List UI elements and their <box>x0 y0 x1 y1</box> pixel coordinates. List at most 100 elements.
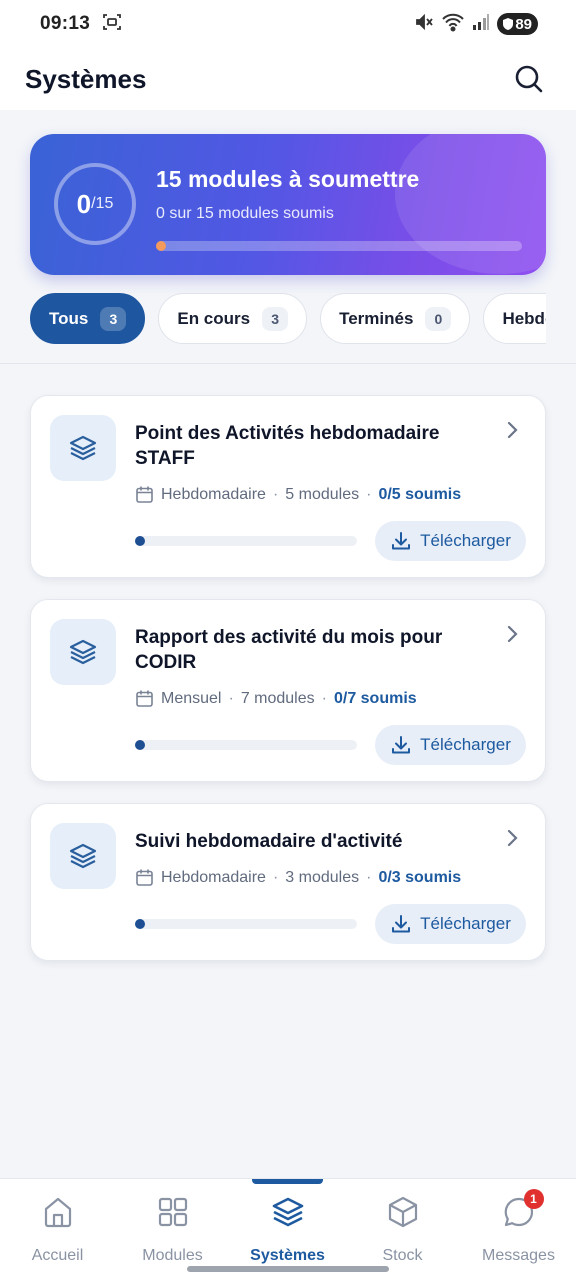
card-progress-bar <box>135 740 357 750</box>
calendar-icon <box>136 486 153 503</box>
status-bar: 09:13 89 <box>0 0 576 48</box>
nav-label: Stock <box>382 1247 423 1264</box>
filter-chips: Tous 3 En cours 3 Terminés 0 Hebdo <box>30 293 546 345</box>
card-meta: Hebdomadaire · 5 modules · 0/5 soumis <box>135 485 461 504</box>
search-icon <box>515 65 543 93</box>
status-time: 09:13 <box>40 13 91 34</box>
card-progress-fill <box>135 919 145 929</box>
chip-label: En cours <box>177 308 251 328</box>
nav-item-stock[interactable]: Stock <box>345 1179 460 1280</box>
layers-icon <box>272 1197 303 1227</box>
layers-icon-tile <box>50 823 116 889</box>
signal-icon <box>472 13 490 36</box>
meta-separator: · <box>366 868 372 886</box>
filter-chip-en-cours[interactable]: En cours 3 <box>158 293 308 344</box>
card-submitted: 0/5 soumis <box>378 485 462 503</box>
wifi-icon <box>441 12 465 37</box>
meta-separator: · <box>366 485 372 503</box>
box-icon <box>388 1196 417 1228</box>
divider <box>0 363 576 364</box>
download-button[interactable]: Télécharger <box>375 521 526 561</box>
filter-chip-hebdo[interactable]: Hebdo <box>483 293 546 344</box>
download-button[interactable]: Télécharger <box>375 725 526 765</box>
download-button[interactable]: Télécharger <box>375 904 526 944</box>
nav-label: Messages <box>482 1247 555 1264</box>
home-indicator[interactable] <box>187 1266 389 1272</box>
layers-icon <box>69 639 97 665</box>
notification-badge: 1 <box>523 1189 544 1209</box>
meta-separator: · <box>321 689 327 707</box>
card-frequency: Hebdomadaire <box>161 485 266 503</box>
card-progress-bar <box>135 919 357 929</box>
chip-label: Terminés <box>339 308 414 328</box>
summary-progress-bar <box>156 241 522 251</box>
calendar-icon <box>136 690 153 707</box>
card-progress-bar <box>135 536 357 546</box>
home-icon <box>44 1197 71 1228</box>
summary-subtitle: 0 sur 15 modules soumis <box>156 205 334 222</box>
download-icon <box>392 915 411 933</box>
chip-label: Hebdo <box>502 308 546 328</box>
decorative-bubble <box>395 134 546 274</box>
battery-indicator: 89 <box>497 13 538 35</box>
card-module-count: 3 modules <box>285 868 360 886</box>
card-frequency: Mensuel <box>161 689 222 707</box>
card-frequency: Hebdomadaire <box>161 868 266 886</box>
submitted-count: 0 <box>76 188 92 219</box>
screenshot-icon <box>102 12 122 37</box>
card-module-count: 7 modules <box>240 689 315 707</box>
system-card[interactable]: Suivi hebdomadaire d'activité Hebdomadai… <box>30 803 546 961</box>
card-submitted: 0/3 soumis <box>378 868 462 886</box>
layers-icon <box>69 843 97 869</box>
meta-separator: · <box>272 485 279 503</box>
progress-ring: 0 /15 <box>54 163 136 245</box>
card-meta: Mensuel · 7 modules · 0/7 soumis <box>135 689 417 708</box>
nav-label: Modules <box>142 1247 203 1264</box>
nav-label: Systèmes <box>250 1247 325 1264</box>
search-button[interactable] <box>512 62 546 96</box>
nav-item-accueil[interactable]: Accueil <box>0 1179 115 1280</box>
filter-chip-tous[interactable]: Tous 3 <box>30 293 146 344</box>
grid-icon <box>158 1197 187 1227</box>
card-progress-fill <box>135 536 145 546</box>
chevron-right-icon[interactable] <box>503 828 521 848</box>
download-label: Télécharger <box>420 735 511 754</box>
summary-title: 15 modules à soumettre <box>156 166 420 192</box>
nav-item-systemes[interactable]: Systèmes <box>230 1179 345 1280</box>
download-label: Télécharger <box>420 531 511 550</box>
download-icon <box>392 532 411 550</box>
card-meta: Hebdomadaire · 3 modules · 0/3 soumis <box>135 868 461 887</box>
nav-item-messages[interactable]: 1 Messages <box>461 1179 576 1280</box>
summary-progress-fill <box>156 241 166 251</box>
active-tab-indicator <box>252 1179 323 1184</box>
filter-chip-termines[interactable]: Terminés 0 <box>320 293 471 344</box>
chip-count: 0 <box>425 306 452 331</box>
chat-icon-wrapper: 1 <box>502 1189 544 1229</box>
total-count: /15 <box>91 195 114 212</box>
chevron-right-icon[interactable] <box>503 624 521 644</box>
calendar-icon <box>136 869 153 886</box>
download-label: Télécharger <box>420 914 511 933</box>
card-submitted: 0/7 soumis <box>333 689 417 707</box>
layers-icon-tile <box>50 415 116 481</box>
system-card[interactable]: Rapport des activité du mois pour CODIR … <box>30 599 546 782</box>
nav-item-modules[interactable]: Modules <box>115 1179 230 1280</box>
card-title: Suivi hebdomadaire d'activité <box>135 831 403 852</box>
layers-icon <box>69 435 97 461</box>
chip-count: 3 <box>262 306 289 331</box>
chevron-right-icon[interactable] <box>503 420 521 440</box>
card-title: Point des Activités hebdomadaire STAFF <box>135 423 440 469</box>
app-header: Systèmes <box>0 48 576 110</box>
card-progress-fill <box>135 740 145 750</box>
card-module-count: 5 modules <box>285 485 360 503</box>
meta-separator: · <box>272 868 279 886</box>
layers-icon-tile <box>50 619 116 685</box>
bottom-navigation: Accueil Modules Systèmes Stock 1 Message… <box>0 1178 576 1280</box>
summary-card: 0 /15 15 modules à soumettre 0 sur 15 mo… <box>30 134 546 275</box>
nav-label: Accueil <box>31 1247 84 1264</box>
chip-label: Tous <box>49 308 89 328</box>
system-card[interactable]: Point des Activités hebdomadaire STAFF H… <box>30 395 546 578</box>
mute-icon <box>414 12 434 37</box>
download-icon <box>392 736 411 754</box>
meta-separator: · <box>228 689 234 707</box>
